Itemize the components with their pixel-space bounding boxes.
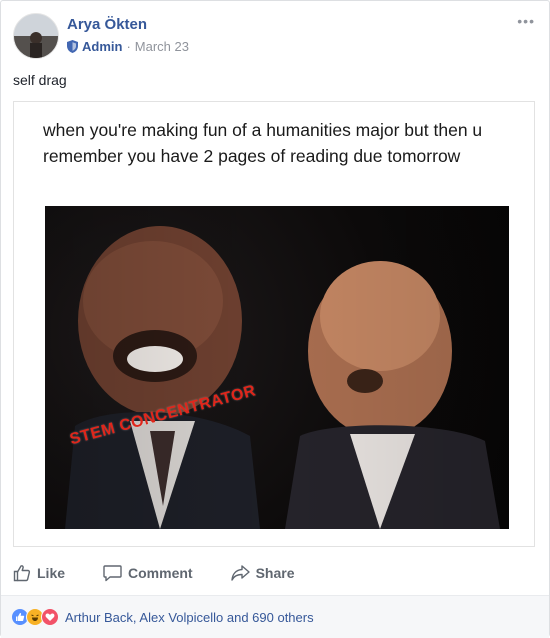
- share-button[interactable]: Share: [230, 564, 295, 582]
- meme-image[interactable]: when you're making fun of a humanities m…: [13, 101, 535, 547]
- reaction-icons[interactable]: [11, 608, 59, 626]
- author-avatar[interactable]: [13, 13, 59, 59]
- meta-separator: ·: [126, 39, 131, 54]
- meme-caption: when you're making fun of a humanities m…: [43, 120, 483, 166]
- reactions-bar: Arthur Back, Alex Volpicello and 690 oth…: [1, 595, 549, 638]
- comment-bubble-icon: [103, 565, 122, 582]
- avatar-photo-icon: [14, 14, 58, 58]
- like-button[interactable]: Like: [13, 564, 65, 582]
- post-date[interactable]: March 23: [135, 39, 189, 54]
- post-header: Arya Ökten Admin · March 23 •••: [13, 13, 537, 59]
- comment-label: Comment: [128, 565, 193, 581]
- meme-photo: STEM CONCENTRATOR: [45, 206, 509, 529]
- thumbs-up-icon: [13, 565, 31, 582]
- share-arrow-icon: [230, 565, 250, 581]
- admin-badge[interactable]: Admin: [82, 39, 122, 54]
- love-icon: [41, 608, 59, 626]
- more-options-icon[interactable]: •••: [517, 13, 535, 29]
- post-card: Arya Ökten Admin · March 23 ••• self dra…: [0, 0, 550, 638]
- author-name[interactable]: Arya Ökten: [67, 16, 147, 33]
- post-caption: self drag: [13, 72, 67, 88]
- like-label: Like: [37, 565, 66, 581]
- share-label: Share: [255, 565, 295, 581]
- comment-button[interactable]: Comment: [103, 564, 193, 582]
- steve-harvey-photo-icon: [45, 206, 509, 529]
- reaction-summary[interactable]: Arthur Back, Alex Volpicello and 690 oth…: [65, 610, 314, 625]
- post-actions: Like Comment Share: [13, 557, 537, 589]
- post-meta: Admin · March 23: [67, 39, 189, 54]
- admin-shield-icon: [67, 40, 78, 53]
